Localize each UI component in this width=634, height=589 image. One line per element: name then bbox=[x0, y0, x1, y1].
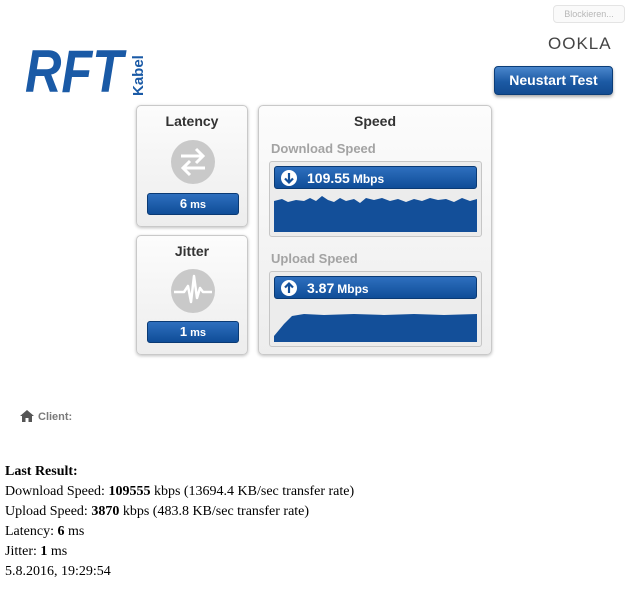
jitter-wave-icon bbox=[170, 268, 216, 319]
speed-panel: Speed Download Speed 109.55 Mbps Upload S… bbox=[258, 105, 492, 355]
jitter-number: 1 bbox=[179, 324, 188, 339]
upload-speed-value: 3.87 Mbps bbox=[307, 278, 369, 299]
result-upload-kbps: 3870 bbox=[91, 504, 120, 519]
ookla-logo: OOKLA bbox=[548, 34, 612, 53]
restart-test-button[interactable]: Neustart Test bbox=[494, 66, 613, 95]
home-icon bbox=[20, 410, 34, 422]
speed-title: Speed bbox=[353, 113, 396, 129]
last-result: Last Result: Download Speed: 109555 kbps… bbox=[5, 462, 354, 582]
latency-panel: Latency 6 ms bbox=[136, 105, 248, 227]
result-download-rest: kbps (13694.4 KB/sec transfer rate) bbox=[150, 484, 355, 499]
result-latency-label: Latency: bbox=[5, 524, 58, 539]
result-jitter-unit: ms bbox=[47, 544, 68, 559]
rft-kabel-logo: RFT Kabel bbox=[25, 38, 155, 105]
latency-title: Latency bbox=[165, 113, 219, 129]
result-latency-unit: ms bbox=[64, 524, 85, 539]
download-speed-title: Download Speed bbox=[271, 141, 376, 156]
download-speed-value: 109.55 Mbps bbox=[307, 168, 384, 189]
jitter-value: 1 ms bbox=[147, 321, 239, 343]
jitter-unit: ms bbox=[190, 327, 207, 339]
latency-value: 6 ms bbox=[147, 193, 239, 215]
download-speed-bar: 109.55 Mbps bbox=[274, 166, 477, 189]
result-upload: Upload Speed: 3870 kbps (483.8 KB/sec tr… bbox=[5, 502, 354, 522]
upload-number: 3.87 bbox=[307, 280, 335, 296]
result-timestamp: 5.8.2016, 19:29:54 bbox=[5, 564, 111, 579]
latency-number: 6 bbox=[179, 196, 188, 211]
download-speed-graph bbox=[274, 196, 477, 232]
download-unit: Mbps bbox=[352, 172, 385, 186]
latency-unit: ms bbox=[190, 199, 207, 211]
result-upload-label: Upload Speed: bbox=[5, 504, 92, 519]
upload-speed-title: Upload Speed bbox=[271, 251, 358, 266]
logo-text: RFT bbox=[25, 40, 127, 98]
upload-unit: Mbps bbox=[337, 282, 369, 296]
result-jitter-label: Jitter: bbox=[5, 544, 41, 559]
upload-arrow-icon bbox=[281, 280, 297, 296]
blocker-button[interactable]: Blockieren... bbox=[553, 5, 625, 23]
jitter-title: Jitter bbox=[174, 243, 210, 259]
result-upload-rest: kbps (483.8 KB/sec transfer rate) bbox=[119, 504, 310, 519]
download-number: 109.55 bbox=[307, 170, 350, 186]
result-download: Download Speed: 109555 kbps (13694.4 KB/… bbox=[5, 482, 354, 502]
upload-speed-graph bbox=[274, 314, 477, 342]
client-label: Client: bbox=[38, 411, 73, 423]
result-download-kbps: 109555 bbox=[108, 484, 151, 499]
ping-arrows-icon bbox=[170, 139, 216, 190]
logo-sub-text: Kabel bbox=[130, 55, 147, 96]
upload-graph: 3.87 Mbps bbox=[269, 271, 482, 347]
download-graph: 109.55 Mbps bbox=[269, 161, 482, 237]
result-jitter: Jitter: 1 ms bbox=[5, 542, 354, 562]
upload-speed-bar: 3.87 Mbps bbox=[274, 276, 477, 299]
result-download-label: Download Speed: bbox=[5, 484, 109, 499]
client-info: Client: bbox=[20, 410, 72, 423]
last-result-heading: Last Result: bbox=[5, 464, 78, 479]
download-arrow-icon bbox=[281, 170, 297, 186]
result-latency: Latency: 6 ms bbox=[5, 522, 354, 542]
jitter-panel: Jitter 1 ms bbox=[136, 235, 248, 355]
